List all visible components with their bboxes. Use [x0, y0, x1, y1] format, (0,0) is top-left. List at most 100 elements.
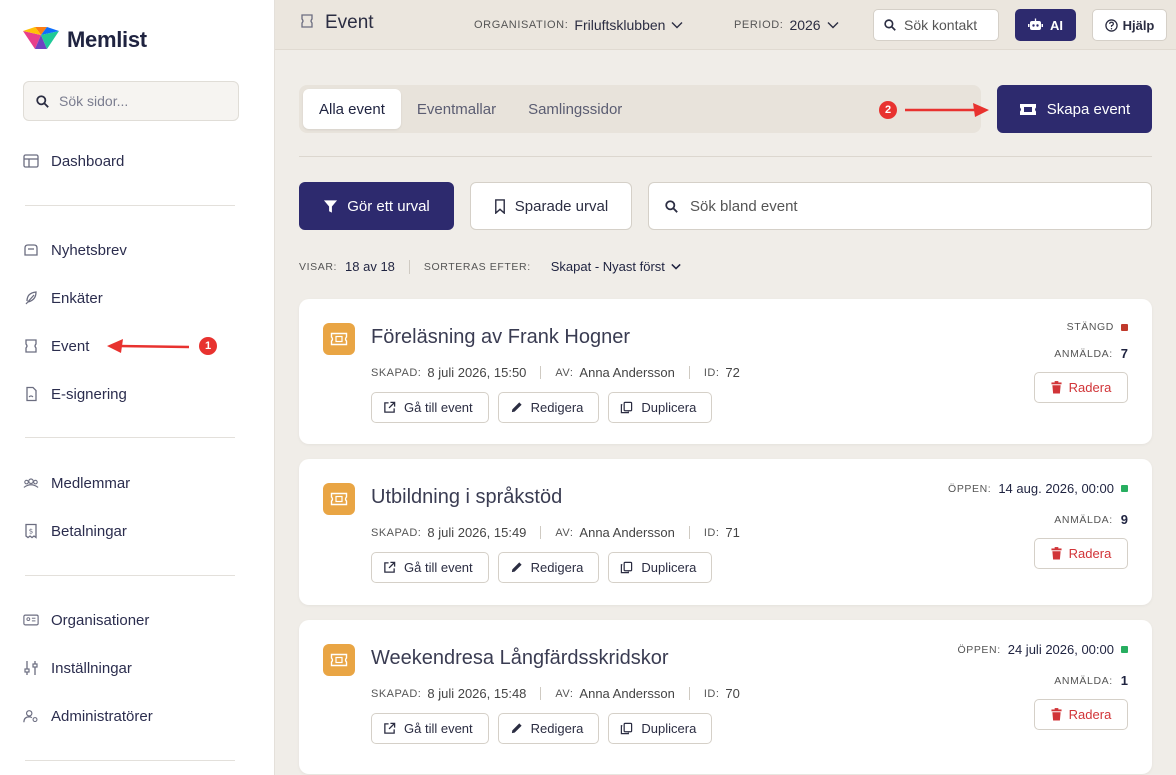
status-indicator — [1121, 646, 1128, 653]
help-button[interactable]: Hjälp — [1092, 9, 1167, 41]
search-icon — [665, 199, 678, 213]
sidebar-divider — [25, 437, 235, 438]
status-indicator — [1121, 485, 1128, 492]
sidebar-item-event[interactable]: Event — [23, 334, 89, 358]
event-meta: SKAPAD: 8 juli 2026, 15:48 AV: Anna Ande… — [371, 686, 740, 701]
created-label: SKAPAD: — [371, 366, 422, 379]
contact-search-input[interactable]: Sök kontakt — [873, 9, 999, 41]
sidebar-item-label: Event — [51, 337, 90, 355]
goto-event-label: Gå till event — [404, 400, 473, 415]
duplicate-label: Duplicera — [641, 560, 697, 575]
delete-button[interactable]: Radera — [1034, 538, 1128, 569]
status-label: ÖPPEN: — [948, 482, 992, 495]
goto-event-button[interactable]: Gå till event — [371, 713, 489, 744]
duplicate-button[interactable]: Duplicera — [608, 713, 713, 744]
registered-value: 7 — [1120, 346, 1128, 361]
search-icon — [884, 19, 896, 31]
registered-value: 1 — [1120, 673, 1128, 688]
event-title[interactable]: Weekendresa Långfärdsskridskor — [371, 647, 669, 670]
topbar: Event ORGANISATION: Friluftsklubben PERI… — [275, 0, 1176, 50]
duplicate-button[interactable]: Duplicera — [608, 552, 713, 583]
id-value: 70 — [725, 686, 740, 701]
goto-event-button[interactable]: Gå till event — [371, 552, 489, 583]
id-card-icon — [23, 612, 39, 628]
sidebar-item-label: Administratörer — [51, 707, 153, 725]
event-ticket-icon — [323, 323, 355, 355]
event-status: ÖPPEN: 14 aug. 2026, 00:00 — [948, 481, 1128, 496]
tab-alla-event[interactable]: Alla event — [303, 89, 401, 129]
created-label: SKAPAD: — [371, 526, 422, 539]
sliders-icon — [23, 660, 39, 676]
sidebar-item-installningar[interactable]: Inställningar — [23, 656, 132, 680]
created-label: SKAPAD: — [371, 687, 422, 700]
status-indicator — [1121, 323, 1128, 331]
sidebar-item-label: Medlemmar — [51, 474, 131, 492]
sidebar-item-nyhetsbrev[interactable]: Nyhetsbrev — [23, 238, 127, 262]
id-value: 72 — [725, 365, 740, 380]
pencil-icon — [511, 723, 522, 734]
memlist-logo-icon — [23, 27, 59, 49]
group-icon — [23, 475, 39, 491]
event-search-input[interactable]: Sök bland event — [648, 182, 1152, 230]
saved-filters-label: Sparade urval — [514, 197, 609, 215]
page-search-input[interactable]: Sök sidor... — [23, 81, 239, 121]
event-status: STÄNGD — [1067, 321, 1128, 333]
sidebar: Memlist Sök sidor... Dashboard Nyhetsbre… — [0, 0, 275, 775]
sidebar-item-betalningar[interactable]: $ Betalningar — [23, 519, 127, 543]
author-value: Anna Andersson — [579, 365, 675, 380]
sidebar-item-administratorer[interactable]: Administratörer — [23, 704, 153, 728]
ai-button[interactable]: AI — [1015, 9, 1076, 41]
sort-label: SORTERAS EFTER: — [423, 260, 531, 273]
edit-button[interactable]: Redigera — [497, 713, 600, 744]
goto-event-button[interactable]: Gå till event — [371, 392, 489, 423]
duplicate-label: Duplicera — [641, 400, 697, 415]
separator — [688, 687, 690, 700]
saved-filters-button[interactable]: Sparade urval — [470, 182, 632, 230]
app-name: Memlist — [67, 27, 147, 52]
event-search-placeholder: Sök bland event — [690, 197, 798, 215]
registered-label: ANMÄLDA: — [1054, 513, 1113, 526]
author-label: AV: — [555, 687, 574, 700]
filter-button[interactable]: Gör ett urval — [299, 182, 454, 230]
ticket-icon — [299, 13, 315, 34]
delete-label: Radera — [1068, 380, 1112, 395]
chevron-down-icon — [671, 16, 683, 34]
tab-eventmallar[interactable]: Eventmallar — [401, 89, 512, 129]
id-value: 71 — [725, 525, 740, 540]
search-icon — [36, 94, 49, 108]
edit-button[interactable]: Redigera — [497, 392, 600, 423]
chevron-down-icon — [671, 263, 681, 270]
separator — [688, 526, 690, 539]
period-selector[interactable]: PERIOD: 2026 — [734, 16, 839, 34]
bookmark-icon — [494, 198, 505, 214]
list-info-bar: VISAR: 18 av 18 SORTERAS EFTER: Skapat -… — [299, 259, 681, 274]
delete-button[interactable]: Radera — [1034, 699, 1128, 730]
user-gear-icon — [23, 708, 39, 724]
sidebar-item-dashboard[interactable]: Dashboard — [23, 149, 124, 173]
sort-value: Skapat - Nyast först — [550, 259, 665, 274]
sidebar-item-organisationer[interactable]: Organisationer — [23, 608, 149, 632]
app-logo[interactable]: Memlist — [23, 27, 147, 53]
robot-icon — [1028, 18, 1043, 30]
showing-label: VISAR: — [299, 260, 338, 273]
edit-button[interactable]: Redigera — [497, 552, 600, 583]
pencil-icon — [511, 402, 522, 413]
ticket-icon — [23, 338, 39, 354]
tab-samlingssidor[interactable]: Samlingssidor — [512, 89, 638, 129]
create-event-button[interactable]: Skapa event — [997, 85, 1152, 133]
create-event-label: Skapa event — [1046, 100, 1131, 118]
sidebar-item-e-signering[interactable]: E-signering — [23, 382, 127, 406]
sort-selector[interactable]: Skapat - Nyast först — [551, 259, 681, 274]
duplicate-button[interactable]: Duplicera — [608, 392, 713, 423]
event-title[interactable]: Utbildning i språkstöd — [371, 486, 562, 509]
event-actions: Gå till event Redigera Duplicera — [371, 713, 713, 744]
duplicate-label: Duplicera — [641, 721, 697, 736]
sidebar-item-enkater[interactable]: Enkäter — [23, 286, 103, 310]
organisation-value: Friluftsklubben — [574, 17, 666, 33]
delete-button[interactable]: Radera — [1034, 372, 1128, 403]
organisation-selector[interactable]: ORGANISATION: Friluftsklubben — [474, 16, 683, 34]
event-title[interactable]: Föreläsning av Frank Hogner — [371, 326, 630, 349]
svg-text:$: $ — [29, 528, 33, 536]
sidebar-item-medlemmar[interactable]: Medlemmar — [23, 471, 130, 495]
external-link-icon — [384, 722, 396, 734]
